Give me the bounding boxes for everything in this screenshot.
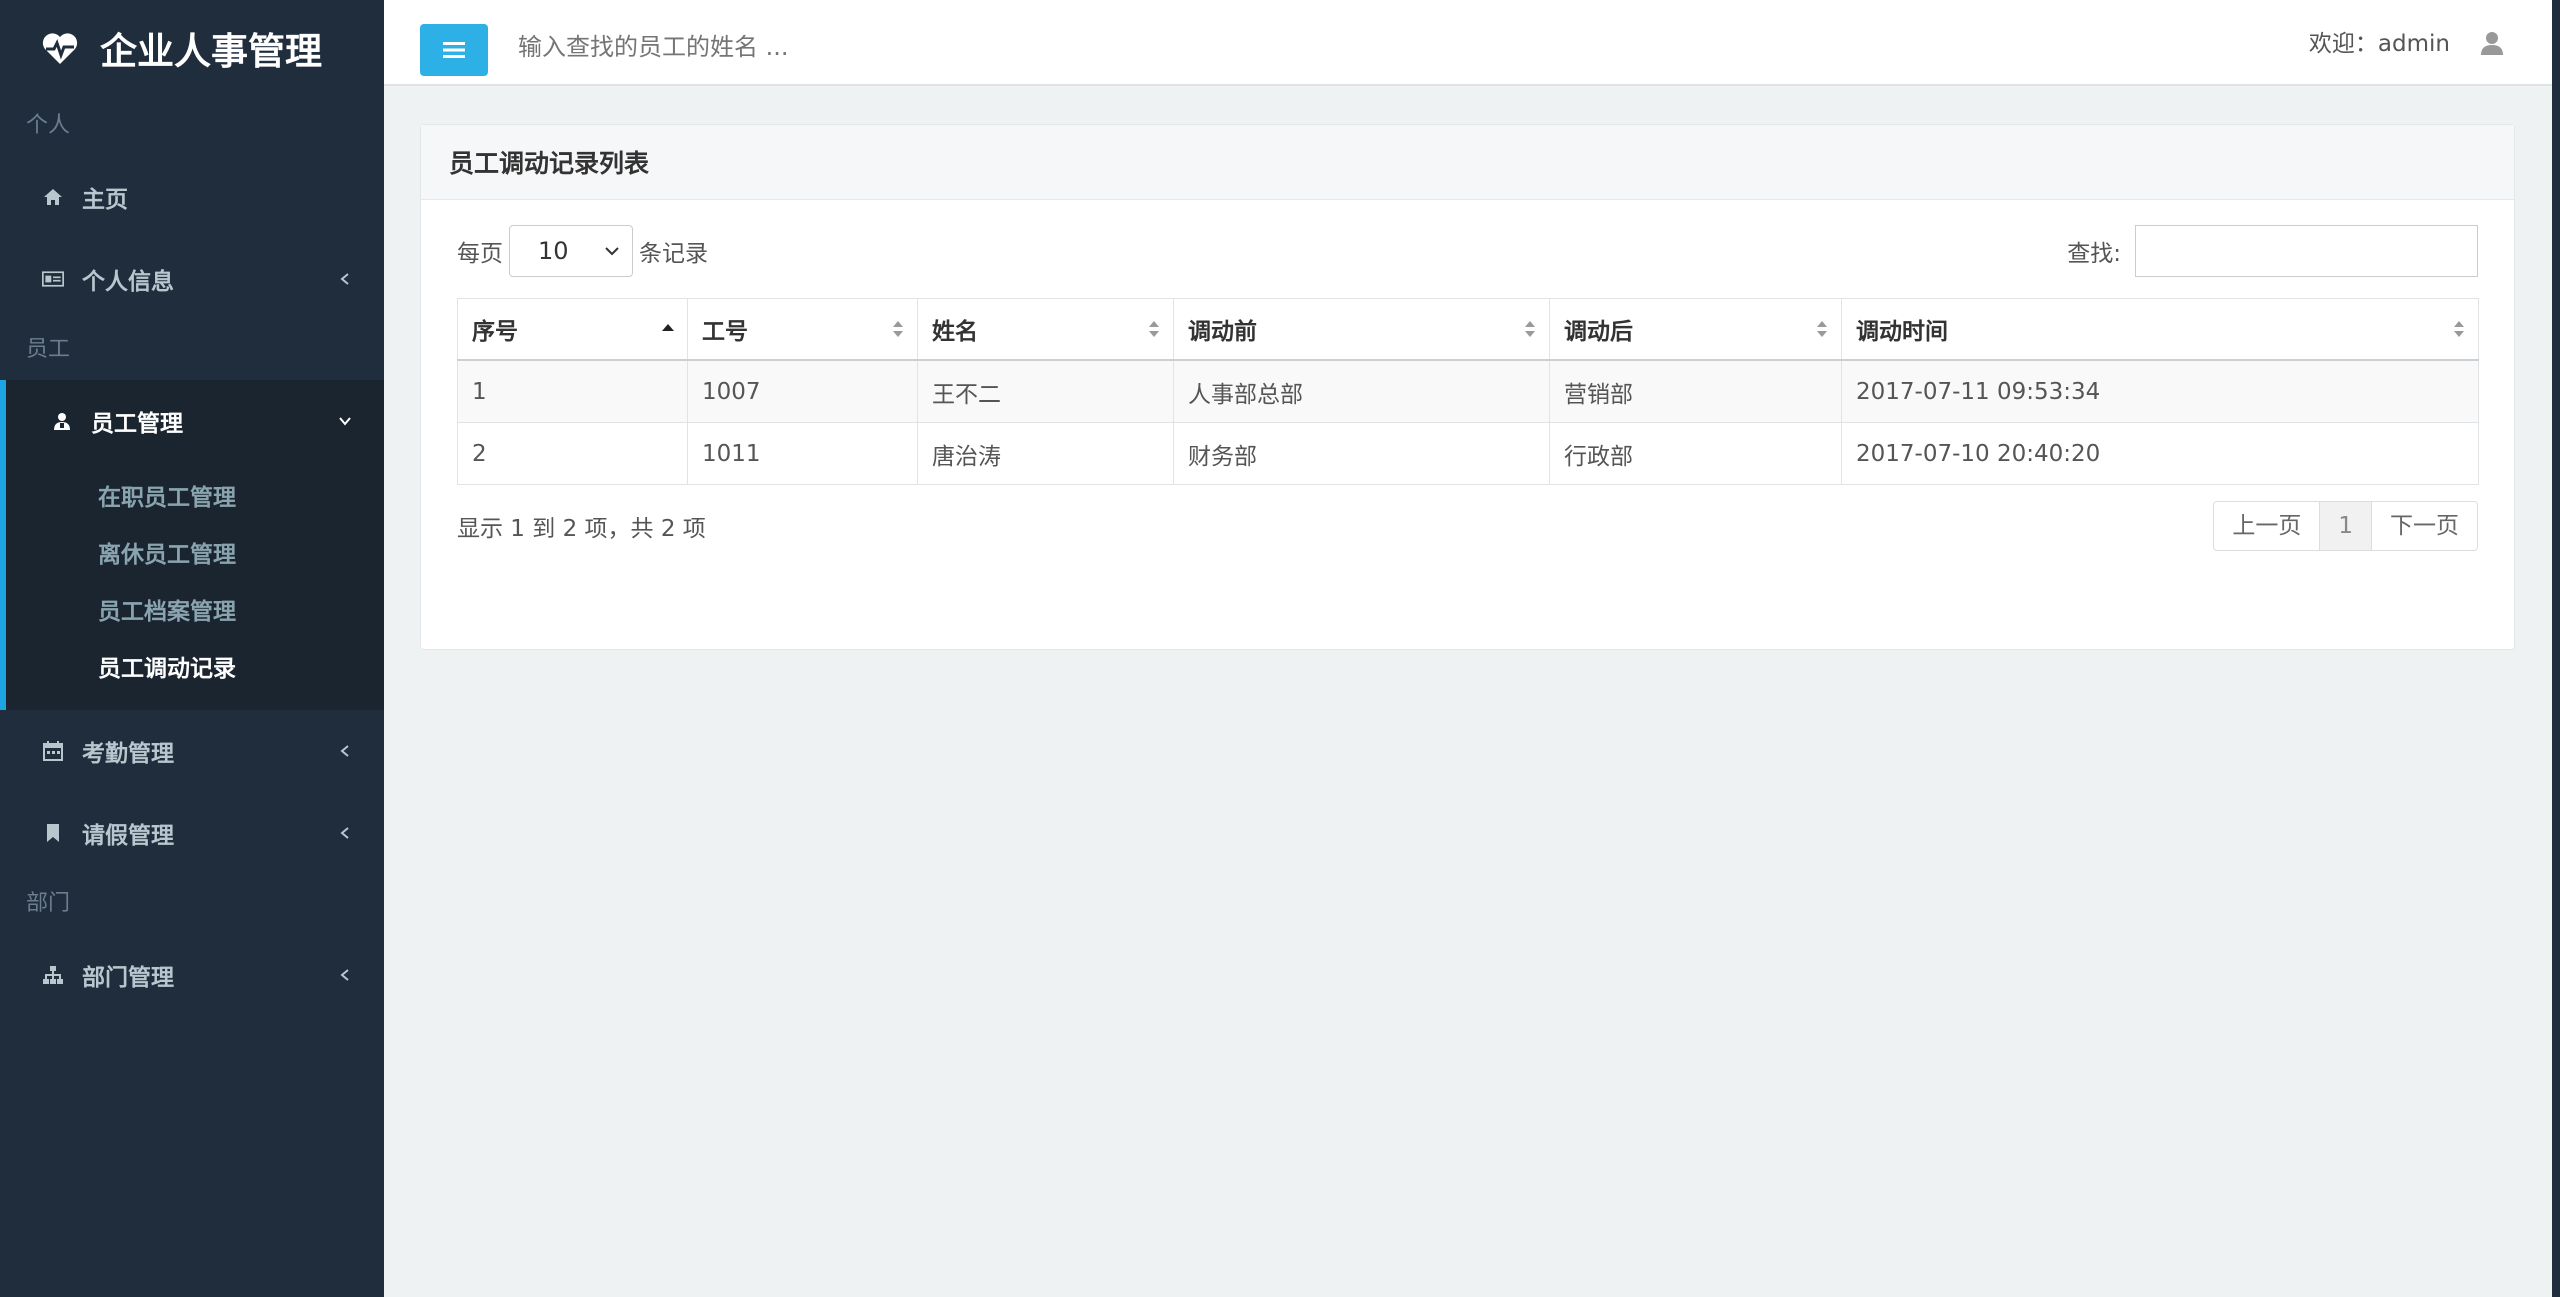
table-search-input[interactable] [2135,225,2478,277]
table-cell: 1011 [687,422,918,485]
sidebar-item-label: 主页 [82,187,128,213]
user-icon[interactable] [2479,30,2505,56]
sidebar-item-label: 部门管理 [82,965,174,991]
brand[interactable]: 企业人事管理 [0,0,384,96]
column-header[interactable]: 调动时间 [1841,298,2479,361]
id-card-icon [42,271,64,287]
sidebar-toggle-button[interactable] [420,24,488,76]
sort-icon [1817,321,1827,337]
next-page-button[interactable]: 下一页 [2371,501,2478,551]
menu-icon [443,42,465,58]
employee-submenu: 在职员工管理 离休员工管理 员工档案管理 员工调动记录 [0,462,384,710]
sidebar-item-leave[interactable]: 请假管理 [0,792,384,874]
table-row: 2 1011 唐治涛 财务部 行政部 2017-07-10 20:40:20 [457,422,2479,485]
box-title: 员工调动记录列表 [421,125,2514,200]
right-edge-bar [2552,0,2560,1297]
section-label-department: 部门 [26,891,71,916]
bookmark-icon [47,824,59,842]
subnav-active-employees[interactable]: 在职员工管理 [6,470,384,527]
heartbeat-icon [42,33,78,64]
table-cell: 王不二 [917,359,1174,423]
search-label: 查找: [2067,241,2121,267]
chevron-down-icon [605,247,619,256]
home-icon [44,189,62,205]
section-label-personal: 个人 [26,113,71,138]
user-secret-icon [54,413,70,430]
sidebar-item-employee[interactable]: 员工管理 [0,380,384,462]
chevron-left-icon [340,273,349,285]
length-prefix: 每页 [457,241,503,267]
sidebar-item-profile[interactable]: 个人信息 [0,238,384,320]
calendar-icon [43,741,63,761]
sidebar-item-attendance[interactable]: 考勤管理 [0,710,384,792]
column-header[interactable]: 工号 [687,298,918,361]
column-header[interactable]: 调动前 [1173,298,1550,361]
sidebar-item-label: 考勤管理 [82,741,174,767]
page-1-button[interactable]: 1 [2319,501,2372,551]
sidebar-item-label: 请假管理 [82,823,174,849]
sort-icon [1525,321,1535,337]
sitemap-icon [43,966,63,984]
chevron-down-icon [339,417,351,426]
sort-icon [2454,321,2464,337]
subnav-retired-employees[interactable]: 离休员工管理 [6,527,384,584]
table-search: 查找: [2067,225,2478,277]
column-header[interactable]: 调动后 [1549,298,1842,361]
table-cell: 1007 [687,359,918,423]
table-info: 显示 1 到 2 项，共 2 项 [457,516,706,542]
length-control: 每页 10 条记录 [457,225,708,277]
brand-title: 企业人事管理 [100,30,322,73]
table-cell: 1 [457,359,688,423]
table-cell: 财务部 [1173,422,1550,485]
length-suffix: 条记录 [639,241,708,267]
subnav-transfer-records[interactable]: 员工调动记录 [6,641,384,698]
chevron-left-icon [340,745,349,757]
table-row: 1 1007 王不二 人事部总部 营销部 2017-07-11 09:53:34 [457,359,2479,423]
sidebar-item-department[interactable]: 部门管理 [0,934,384,1016]
table-cell: 行政部 [1549,422,1842,485]
subnav-employee-archives[interactable]: 员工档案管理 [6,584,384,641]
page-length-select[interactable]: 10 [509,225,633,277]
column-header[interactable]: 姓名 [917,298,1174,361]
column-header[interactable]: 序号 [457,298,688,361]
sort-asc-icon [662,324,674,331]
pagination: 上一页 1 下一页 [2213,501,2478,551]
table-cell: 人事部总部 [1173,359,1550,423]
table-cell: 2017-07-11 09:53:34 [1841,359,2479,423]
table-cell: 2 [457,422,688,485]
sidebar: 企业人事管理 个人 主页 个人信息 员工 员工管理 在职员工管理 离休员工管理 … [0,0,384,1297]
sidebar-item-home[interactable]: 主页 [0,156,384,238]
sort-icon [893,321,903,337]
page-length-value: 10 [538,237,569,265]
prev-page-button[interactable]: 上一页 [2213,501,2321,551]
table-cell: 唐治涛 [917,422,1174,485]
table-cell: 2017-07-10 20:40:20 [1841,422,2479,485]
sort-icon [1149,321,1159,337]
table-cell: 营销部 [1549,359,1842,423]
sidebar-item-label: 员工管理 [91,411,183,437]
topbar: 欢迎：admin [384,0,2560,86]
chevron-left-icon [340,827,349,839]
transfer-table: 序号 工号 姓名 调动前 调动后 调动时间 1 1007 王不二 人事部总部 营… [457,298,2479,485]
welcome-text: 欢迎：admin [2308,31,2450,57]
section-label-employee: 员工 [26,337,71,362]
chevron-left-icon [340,969,349,981]
sidebar-item-label: 个人信息 [82,269,174,295]
transfer-records-box: 员工调动记录列表 每页 10 条记录 查找: 序号 工号 姓名 调动前 调动后 … [420,124,2515,650]
employee-search-input[interactable] [516,26,1120,68]
